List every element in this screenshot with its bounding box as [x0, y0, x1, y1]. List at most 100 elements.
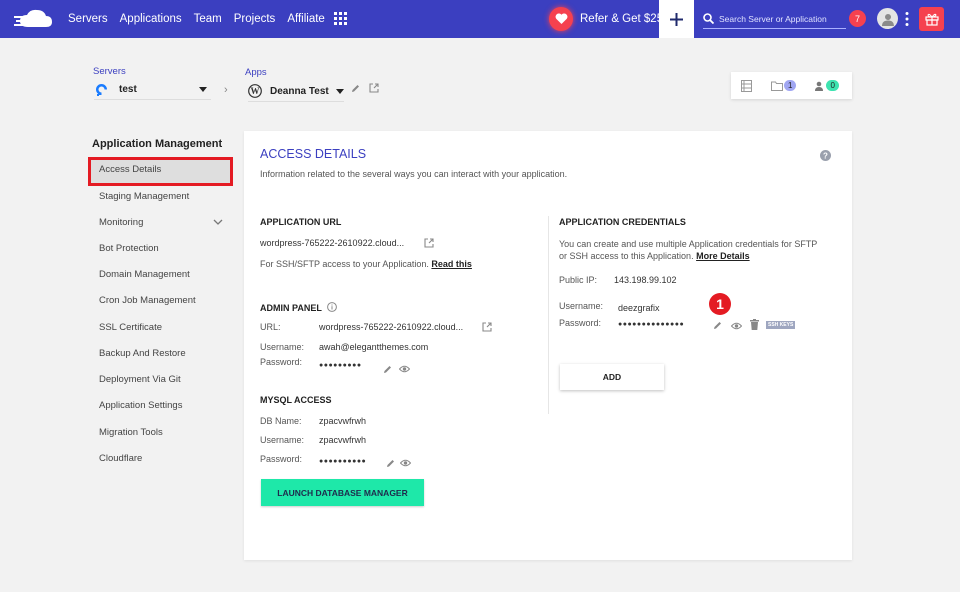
- more-options-icon[interactable]: [905, 11, 909, 27]
- cloudways-logo-icon[interactable]: [14, 7, 56, 31]
- sidebar-item-monitoring[interactable]: Monitoring: [99, 217, 143, 228]
- sftp-password-label: Password:: [559, 318, 602, 328]
- app-select[interactable]: W Deanna Test: [248, 81, 344, 102]
- help-icon[interactable]: ?: [820, 150, 831, 161]
- column-divider: [548, 216, 549, 414]
- external-link-icon[interactable]: [482, 322, 492, 332]
- plus-icon: [670, 12, 683, 26]
- quick-actions-box: 1 0: [731, 72, 852, 99]
- more-details-link[interactable]: More Details: [696, 251, 750, 261]
- nav-projects[interactable]: Projects: [234, 13, 276, 25]
- sidebar-item-ssl-certificate[interactable]: SSL Certificate: [99, 322, 162, 333]
- gift-button[interactable]: [919, 7, 944, 31]
- annotation-marker: 1: [709, 293, 731, 315]
- external-link-icon[interactable]: [424, 238, 434, 248]
- sidebar-item-migration-tools[interactable]: Migration Tools: [99, 427, 163, 438]
- nav-team[interactable]: Team: [194, 13, 222, 25]
- avatar[interactable]: [877, 8, 898, 29]
- chevron-down-icon[interactable]: [213, 219, 223, 226]
- sidebar-item-backup-and-restore[interactable]: Backup And Restore: [99, 348, 186, 359]
- svg-text:W: W: [251, 86, 260, 96]
- sftp-password-value: ●●●●●●●●●●●●●●: [618, 321, 685, 328]
- server-select[interactable]: test: [94, 80, 211, 100]
- nav-links: Servers Applications Team Projects Affil…: [68, 0, 337, 38]
- search-field[interactable]: Search Server or Application: [703, 9, 846, 29]
- members-count-badge: 0: [826, 80, 839, 91]
- eye-icon[interactable]: [400, 459, 411, 467]
- digitalocean-icon: [96, 84, 107, 96]
- sidebar-item-cron-job-management[interactable]: Cron Job Management: [99, 295, 196, 306]
- application-url-value[interactable]: wordpress-765222-2610922.cloud...: [260, 238, 404, 248]
- mysql-heading: MYSQL ACCESS: [260, 395, 332, 405]
- projects-counter[interactable]: 1: [771, 80, 797, 91]
- read-this-link[interactable]: Read this: [431, 259, 472, 269]
- credentials-desc-text: or SSH access to this Application.: [559, 251, 694, 261]
- page-subtitle: Information related to the several ways …: [260, 169, 568, 179]
- wordpress-icon: W: [248, 84, 262, 98]
- sftp-username-label: Username:: [559, 301, 604, 311]
- edit-icon[interactable]: [713, 321, 722, 330]
- credentials-desc-line1: You can create and use multiple Applicat…: [559, 239, 818, 249]
- sidebar-item-bot-protection[interactable]: Bot Protection: [99, 243, 159, 254]
- db-password-value: ●●●●●●●●●●: [319, 458, 367, 465]
- ssh-note: For SSH/SFTP access to your Application.…: [260, 259, 472, 269]
- public-ip-label: Public IP:: [559, 275, 598, 285]
- edit-icon[interactable]: [386, 459, 395, 468]
- access-details-card: ACCESS DETAILS Information related to th…: [244, 131, 852, 560]
- edit-app-name-icon[interactable]: [351, 84, 360, 93]
- app-name: Deanna Test: [270, 85, 329, 97]
- db-password-label: Password:: [260, 454, 303, 464]
- notification-badge[interactable]: 7: [849, 10, 866, 27]
- sidebar-item-deployment-via-git[interactable]: Deployment Via Git: [99, 374, 181, 385]
- apps-grid-icon[interactable]: [334, 12, 348, 26]
- credentials-heading: APPLICATION CREDENTIALS: [559, 217, 686, 227]
- svg-text:?: ?: [823, 152, 828, 161]
- nav-applications[interactable]: Applications: [120, 13, 182, 25]
- nav-servers[interactable]: Servers: [68, 13, 108, 25]
- eye-icon[interactable]: [731, 322, 742, 330]
- admin-username-label: Username:: [260, 342, 305, 352]
- admin-password-label: Password:: [260, 357, 303, 367]
- add-new-button[interactable]: [659, 0, 694, 38]
- server-list-icon[interactable]: [741, 79, 752, 92]
- sidebar-item-domain-management[interactable]: Domain Management: [99, 269, 190, 280]
- db-username-label: Username:: [260, 435, 305, 445]
- refer-label: Refer & Get $25: [580, 13, 664, 25]
- folder-icon: [771, 81, 783, 91]
- nav-affiliate[interactable]: Affiliate: [287, 13, 325, 25]
- members-counter[interactable]: 0: [814, 80, 839, 91]
- admin-username-value: awah@elegantthemes.com: [319, 342, 429, 352]
- refer-button[interactable]: Refer & Get $25: [549, 7, 663, 31]
- search-input[interactable]: Search Server or Application: [719, 14, 827, 24]
- credentials-desc-line2: or SSH access to this Application. More …: [559, 251, 750, 261]
- trash-icon[interactable]: [750, 319, 759, 330]
- users-icon: [815, 81, 824, 91]
- breadcrumb-chevron-icon: ›: [224, 84, 228, 96]
- admin-panel-heading: ADMIN PANEL: [260, 303, 322, 313]
- sidebar-item-cloudflare[interactable]: Cloudflare: [99, 453, 142, 464]
- server-name: test: [119, 84, 137, 95]
- admin-url-value[interactable]: wordpress-765222-2610922.cloud...: [319, 322, 463, 332]
- db-name-value: zpacvwfrwh: [319, 416, 367, 426]
- ssh-keys-button[interactable]: SSH KEYS: [766, 321, 796, 329]
- chevron-down-icon: [336, 88, 344, 94]
- chevron-down-icon: [199, 87, 207, 92]
- db-username-value: zpacvwfrwh: [319, 435, 367, 445]
- sidebar-item-access-details[interactable]: Access Details: [99, 164, 161, 175]
- public-ip-value: 143.198.99.102: [614, 275, 677, 285]
- admin-password-value: ●●●●●●●●●: [319, 362, 362, 369]
- info-icon[interactable]: [327, 302, 337, 312]
- admin-url-label: URL:: [260, 322, 281, 332]
- edit-icon[interactable]: [383, 365, 392, 374]
- sidebar-item-application-settings[interactable]: Application Settings: [99, 400, 182, 411]
- launch-database-manager-button[interactable]: LAUNCH DATABASE MANAGER: [261, 479, 424, 506]
- gift-icon: [924, 13, 939, 26]
- search-icon: [703, 13, 714, 24]
- application-url-heading: APPLICATION URL: [260, 217, 342, 227]
- user-icon: [881, 13, 894, 26]
- eye-icon[interactable]: [399, 365, 410, 373]
- sidebar-title: Application Management: [92, 138, 223, 150]
- external-link-icon[interactable]: [369, 83, 379, 93]
- add-credential-button[interactable]: ADD: [560, 364, 664, 390]
- sidebar-item-staging-management[interactable]: Staging Management: [99, 191, 189, 202]
